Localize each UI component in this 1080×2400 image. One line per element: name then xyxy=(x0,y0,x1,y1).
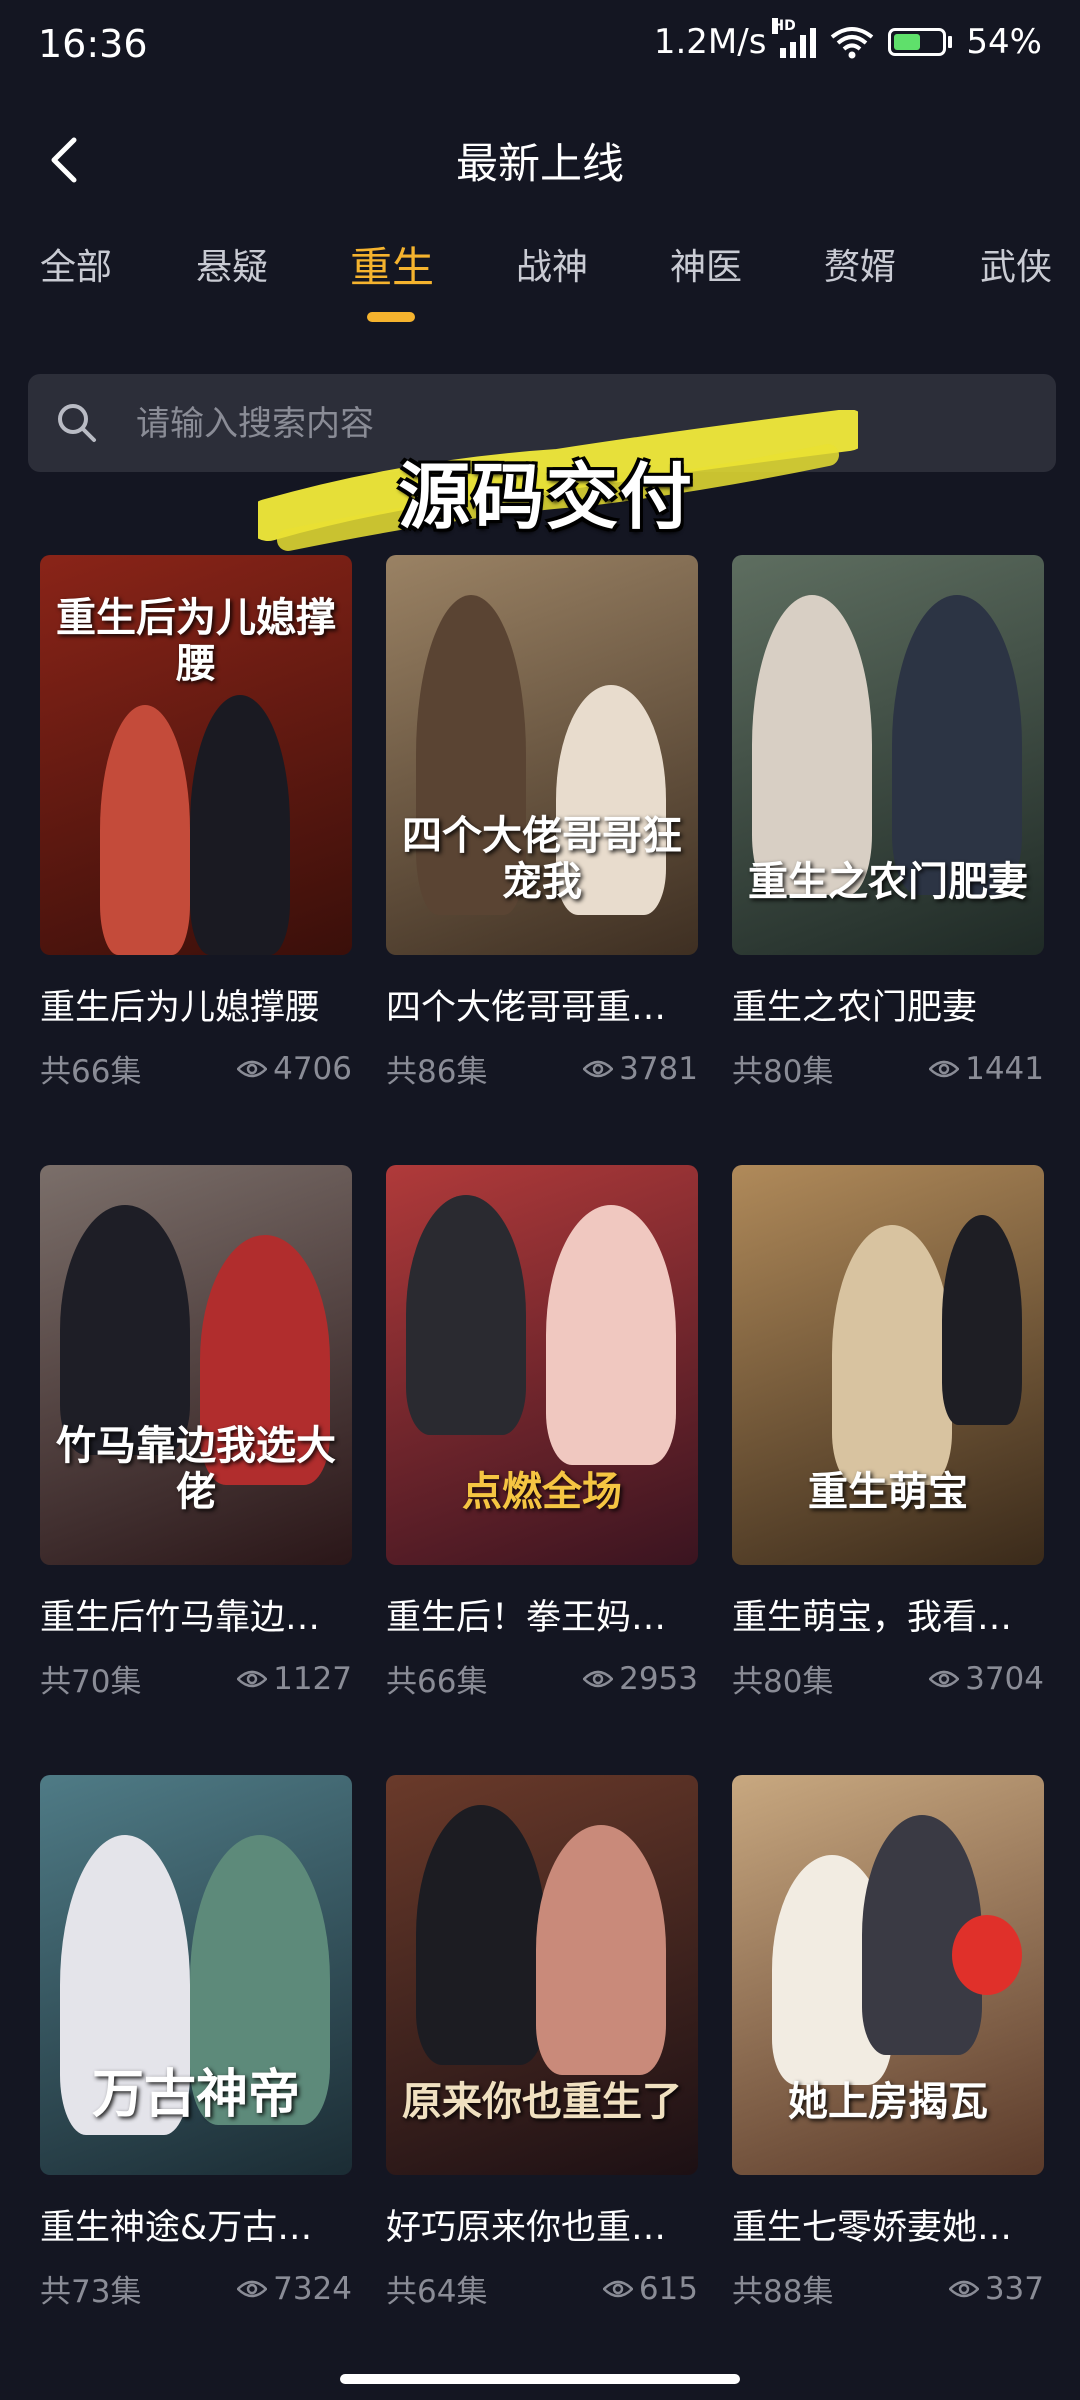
drama-card[interactable]: 原来你也重生了 好巧原来你也重… 共64集 615 xyxy=(386,1775,698,2311)
drama-poster[interactable]: 万古神帝 xyxy=(40,1775,352,2175)
network-speed: 1.2M/s xyxy=(653,22,767,62)
view-count: 1441 xyxy=(965,1050,1044,1087)
status-time: 16:36 xyxy=(38,22,148,66)
search-icon xyxy=(58,404,96,442)
category-tabs: 全部 悬疑 重生 战神 神医 赘婿 武侠 xyxy=(0,238,1080,328)
drama-title[interactable]: 重生之农门肥妻 xyxy=(732,979,1044,1030)
episode-count: 共88集 xyxy=(732,2274,834,2310)
tab-suspense[interactable]: 悬疑 xyxy=(196,238,268,290)
tab-son-in-law[interactable]: 赘婿 xyxy=(824,238,896,290)
signal-badge: HD xyxy=(772,18,796,34)
view-count: 3704 xyxy=(965,1660,1044,1697)
drama-title[interactable]: 重生后为儿媳撑腰 xyxy=(40,979,352,1030)
header: 最新上线 xyxy=(0,120,1080,200)
drama-title[interactable]: 好巧原来你也重… xyxy=(386,2199,698,2250)
eye-icon xyxy=(583,1670,614,1687)
poster-title: 重生后为儿媳撑腰 xyxy=(56,594,336,687)
tab-all[interactable]: 全部 xyxy=(40,238,112,290)
search-bar[interactable] xyxy=(28,374,1056,474)
drama-title[interactable]: 重生后！拳王妈… xyxy=(386,1589,698,1640)
poster-title: 原来你也重生了 xyxy=(402,2078,682,2125)
wifi-icon xyxy=(831,27,874,59)
drama-poster[interactable]: 她上房揭瓦 xyxy=(732,1775,1044,2175)
episode-count: 共66集 xyxy=(386,1664,488,1700)
drama-poster[interactable]: 四个大佬哥哥狂宠我 xyxy=(386,555,698,955)
view-count: 615 xyxy=(638,2270,698,2307)
eye-icon xyxy=(237,1060,268,1077)
episode-count: 共73集 xyxy=(40,2274,142,2310)
drama-title[interactable]: 重生七零娇妻她… xyxy=(732,2199,1044,2250)
tab-active-indicator xyxy=(367,312,415,322)
eye-icon xyxy=(237,1670,268,1687)
drama-card[interactable]: 重生后为儿媳撑腰 重生后为儿媳撑腰 共66集 4706 xyxy=(40,555,352,1091)
view-count: 2953 xyxy=(619,1660,698,1697)
battery-icon xyxy=(888,28,953,56)
episode-count: 共80集 xyxy=(732,1054,834,1090)
view-count: 4706 xyxy=(273,1050,352,1087)
poster-title: 竹马靠边我选大佬 xyxy=(56,1422,336,1515)
tab-divine-doctor[interactable]: 神医 xyxy=(670,238,742,290)
status-bar: 16:36 1.2M/s HD 54% xyxy=(0,0,1080,96)
eye-icon xyxy=(602,2280,633,2297)
drama-card[interactable]: 她上房揭瓦 重生七零娇妻她… 共88集 337 xyxy=(732,1775,1044,2311)
status-right: 1.2M/s HD 54% xyxy=(653,18,1042,62)
drama-title[interactable]: 重生后竹马靠边… xyxy=(40,1589,352,1640)
home-indicator[interactable] xyxy=(340,2374,740,2384)
poster-title: 重生萌宝 xyxy=(808,1468,968,1515)
drama-card[interactable]: 四个大佬哥哥狂宠我 四个大佬哥哥重… 共86集 3781 xyxy=(386,555,698,1091)
drama-card[interactable]: 重生萌宝 重生萌宝，我看… 共80集 3704 xyxy=(732,1165,1044,1701)
eye-icon xyxy=(929,1060,960,1077)
drama-title[interactable]: 四个大佬哥哥重… xyxy=(386,979,698,1030)
eye-icon xyxy=(948,2280,979,2297)
drama-poster[interactable]: 重生萌宝 xyxy=(732,1165,1044,1565)
signal-icon: HD xyxy=(772,18,817,58)
drama-card[interactable]: 重生之农门肥妻 重生之农门肥妻 共80集 1441 xyxy=(732,555,1044,1091)
drama-title[interactable]: 重生萌宝，我看… xyxy=(732,1589,1044,1640)
drama-poster[interactable]: 重生后为儿媳撑腰 xyxy=(40,555,352,955)
episode-count: 共70集 xyxy=(40,1664,142,1700)
tab-martial-arts[interactable]: 武侠 xyxy=(980,238,1052,290)
drama-card[interactable]: 万古神帝 重生神途&万古… 共73集 7324 xyxy=(40,1775,352,2311)
poster-title: 她上房揭瓦 xyxy=(788,2078,988,2125)
poster-title: 四个大佬哥哥狂宠我 xyxy=(402,812,682,905)
view-count: 3781 xyxy=(619,1050,698,1087)
search-input[interactable] xyxy=(134,374,1018,474)
episode-count: 共66集 xyxy=(40,1054,142,1090)
battery-level: 54% xyxy=(966,22,1042,62)
episode-count: 共80集 xyxy=(732,1664,834,1700)
drama-poster[interactable]: 重生之农门肥妻 xyxy=(732,555,1044,955)
drama-poster[interactable]: 原来你也重生了 xyxy=(386,1775,698,2175)
drama-title[interactable]: 重生神途&万古… xyxy=(40,2199,352,2250)
drama-poster[interactable]: 竹马靠边我选大佬 xyxy=(40,1165,352,1565)
eye-icon xyxy=(929,1670,960,1687)
drama-card[interactable]: 点燃全场 重生后！拳王妈… 共66集 2953 xyxy=(386,1165,698,1701)
drama-card[interactable]: 竹马靠边我选大佬 重生后竹马靠边… 共70集 1127 xyxy=(40,1165,352,1701)
tab-rebirth[interactable]: 重生 xyxy=(350,234,434,295)
poster-title: 点燃全场 xyxy=(462,1468,622,1515)
episode-count: 共86集 xyxy=(386,1054,488,1090)
episode-count: 共64集 xyxy=(386,2274,488,2310)
eye-icon xyxy=(237,2280,268,2297)
view-count: 7324 xyxy=(273,2270,352,2307)
poster-title: 重生之农门肥妻 xyxy=(748,858,1028,905)
view-count: 1127 xyxy=(273,1660,352,1697)
tab-war-god[interactable]: 战神 xyxy=(516,238,588,290)
page-title: 最新上线 xyxy=(455,139,624,188)
view-count: 337 xyxy=(984,2270,1044,2307)
drama-poster[interactable]: 点燃全场 xyxy=(386,1165,698,1565)
poster-title: 万古神帝 xyxy=(91,2064,300,2126)
eye-icon xyxy=(583,1060,614,1077)
